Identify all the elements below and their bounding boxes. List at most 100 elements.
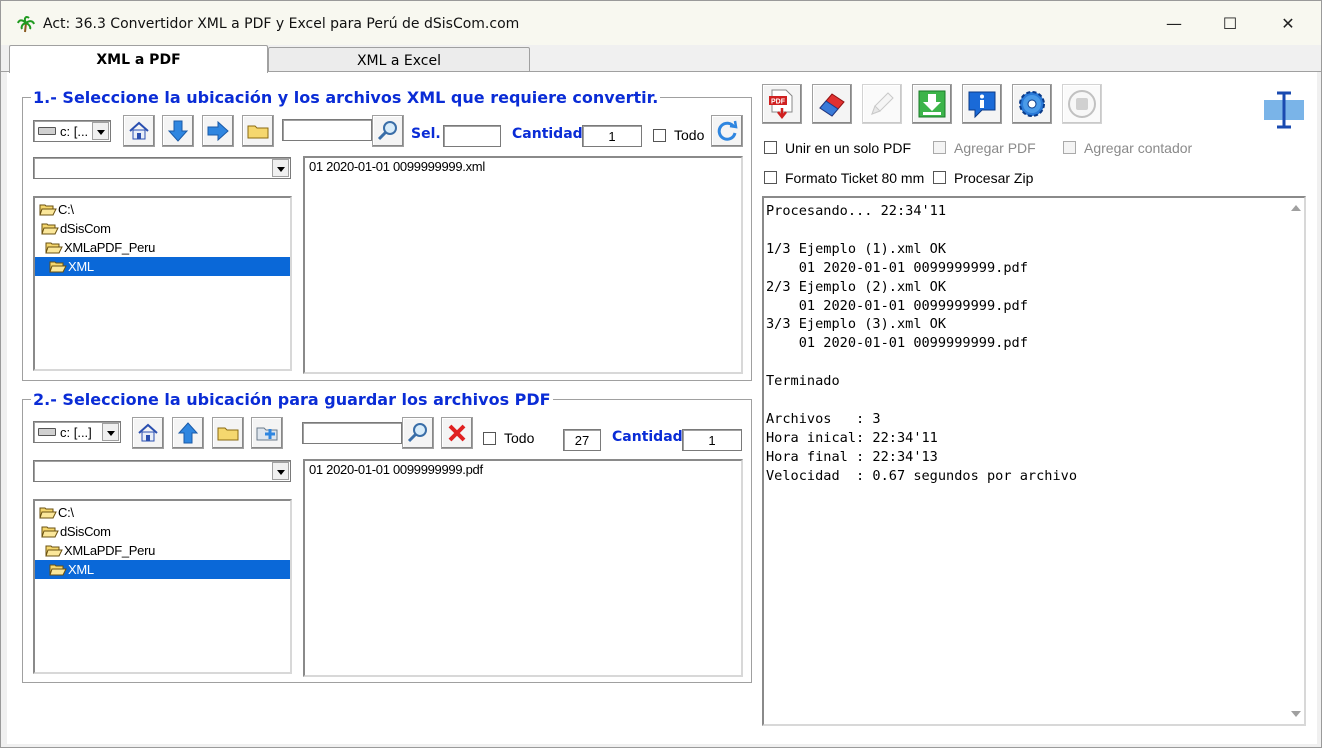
- todo-checkbox[interactable]: [653, 129, 666, 142]
- chevron-down-icon: [272, 159, 289, 177]
- folder-open-icon: [45, 240, 63, 254]
- dest-folder-select[interactable]: [33, 460, 291, 482]
- dest-todo-label: Todo: [504, 430, 535, 446]
- refresh-icon: [717, 120, 738, 141]
- source-home-button[interactable]: [123, 115, 155, 147]
- dest-folder-button[interactable]: [212, 417, 244, 449]
- edit-button[interactable]: [862, 84, 902, 124]
- convert-pdf-button[interactable]: PDF: [762, 84, 802, 124]
- svg-text:PDF: PDF: [771, 99, 786, 106]
- eraser-icon: [819, 93, 845, 117]
- tree-node-xmlapdf[interactable]: XMLaPDF_Peru: [35, 541, 290, 560]
- download-button[interactable]: [912, 84, 952, 124]
- tab-xml-a-excel[interactable]: XML a Excel: [268, 47, 530, 73]
- sel-input[interactable]: [443, 125, 501, 147]
- source-folder-button[interactable]: [242, 115, 274, 147]
- refresh-button[interactable]: [711, 115, 743, 147]
- log-line: 1/3 Ejemplo (1).xml OK: [766, 240, 947, 257]
- maximize-icon: ☐: [1222, 13, 1238, 33]
- dest-file-list[interactable]: 01 2020-01-01 0099999999.pdf: [303, 459, 743, 677]
- source-forward-button[interactable]: [202, 115, 234, 147]
- folder-open-icon: [49, 259, 67, 273]
- formato-ticket-checkbox[interactable]: [764, 171, 777, 184]
- new-folder-icon: [256, 427, 278, 441]
- clear-button[interactable]: [812, 84, 852, 124]
- log-line: 01 2020-01-01 0099999999.pdf: [766, 259, 1028, 276]
- tree-node-xml[interactable]: XML: [35, 257, 290, 276]
- tree-node-label: dSisCom: [60, 524, 111, 539]
- dest-drive-select[interactable]: c: [...]: [33, 421, 121, 443]
- dest-search-button[interactable]: [402, 417, 434, 449]
- download-icon: [918, 90, 946, 118]
- agregar-pdf-checkbox[interactable]: [933, 141, 946, 154]
- tab-label: XML a PDF: [96, 51, 181, 68]
- tree-node-root[interactable]: C:\: [35, 200, 290, 219]
- dest-count-input[interactable]: 27: [563, 429, 601, 451]
- dest-home-button[interactable]: [132, 417, 164, 449]
- log-line: Procesando... 22:34'11: [766, 203, 947, 219]
- tree-node-label: XML: [68, 259, 94, 274]
- log-line: 3/3 Ejemplo (3).xml OK: [766, 316, 947, 333]
- agregar-contador-label: Agregar contador: [1084, 140, 1193, 156]
- tree-node-root[interactable]: C:\: [35, 503, 290, 522]
- log-line: 01 2020-01-01 0099999999.pdf: [766, 335, 1028, 352]
- source-folder-select[interactable]: [33, 157, 291, 179]
- source-drive-select[interactable]: c: [...: [33, 120, 111, 142]
- source-group-title: 1.- Seleccione la ubicación y los archiv…: [31, 88, 661, 107]
- scroll-up-icon[interactable]: [1291, 205, 1301, 211]
- minimize-button[interactable]: —: [1145, 1, 1203, 45]
- log-line: Archivos : 3: [766, 410, 881, 427]
- source-down-button[interactable]: [162, 115, 194, 147]
- tree-node-label: C:\: [58, 505, 74, 520]
- dest-cantidad-label: Cantidad: [612, 429, 683, 445]
- dest-up-button[interactable]: [172, 417, 204, 449]
- maximize-button[interactable]: ☐: [1201, 1, 1259, 45]
- folder-icon: [217, 427, 239, 441]
- scroll-down-icon[interactable]: [1291, 711, 1301, 717]
- procesar-zip-checkbox[interactable]: [933, 171, 946, 184]
- list-item[interactable]: 01 2020-01-01 0099999999.xml: [305, 158, 741, 175]
- dest-folder-tree[interactable]: C:\ dSisCom XMLaPDF_Peru XML: [33, 499, 292, 674]
- source-search-button[interactable]: [372, 115, 404, 147]
- drive-icon: [38, 428, 56, 436]
- info-button[interactable]: [962, 84, 1002, 124]
- tree-node-dsiscom[interactable]: dSisCom: [35, 522, 290, 541]
- list-item[interactable]: 01 2020-01-01 0099999999.pdf: [305, 461, 741, 478]
- source-search-input[interactable]: [282, 119, 372, 141]
- chevron-down-icon: [92, 122, 109, 140]
- chevron-down-icon: [102, 423, 119, 441]
- settings-button[interactable]: [1012, 84, 1052, 124]
- dest-cantidad-input[interactable]: 1: [682, 429, 742, 451]
- unir-pdf-checkbox[interactable]: [764, 141, 777, 154]
- formato-ticket-label: Formato Ticket 80 mm: [785, 170, 925, 186]
- source-folder-tree[interactable]: C:\ dSisCom XMLaPDF_Peru XML: [33, 196, 292, 371]
- splitter-icon[interactable]: [1264, 90, 1304, 130]
- tree-node-xmlapdf[interactable]: XMLaPDF_Peru: [35, 238, 290, 257]
- info-icon: [968, 91, 996, 119]
- cantidad-input[interactable]: 1: [582, 125, 642, 147]
- arrow-up-icon: [177, 422, 199, 444]
- settings-icon: [1019, 91, 1045, 117]
- agregar-contador-checkbox[interactable]: [1063, 141, 1076, 154]
- window-title: Act: 36.3 Convertidor XML a PDF y Excel …: [43, 16, 520, 32]
- stop-button[interactable]: [1062, 84, 1102, 124]
- log-line: Hora inical: 22:34'11: [766, 429, 938, 446]
- home-icon: [138, 423, 158, 442]
- source-file-list[interactable]: 01 2020-01-01 0099999999.xml: [303, 156, 743, 374]
- process-log[interactable]: Procesando... 22:34'11 1/3 Ejemplo (1).x…: [762, 196, 1306, 726]
- tab-label: XML a Excel: [356, 52, 442, 69]
- log-scrollbar[interactable]: [1287, 198, 1304, 724]
- tab-xml-a-pdf[interactable]: XML a PDF: [9, 45, 268, 73]
- close-button[interactable]: ✕: [1259, 1, 1317, 45]
- tree-node-dsiscom[interactable]: dSisCom: [35, 219, 290, 238]
- arrow-right-icon: [207, 120, 229, 142]
- title-bar[interactable]: Act: 36.3 Convertidor XML a PDF y Excel …: [1, 1, 1321, 45]
- tree-node-xml[interactable]: XML: [35, 560, 290, 579]
- dest-clear-button[interactable]: [441, 417, 473, 449]
- dest-search-input[interactable]: [302, 422, 402, 444]
- folder-open-icon: [41, 524, 59, 538]
- dest-todo-checkbox[interactable]: [483, 432, 496, 445]
- dest-new-folder-button[interactable]: [251, 417, 283, 449]
